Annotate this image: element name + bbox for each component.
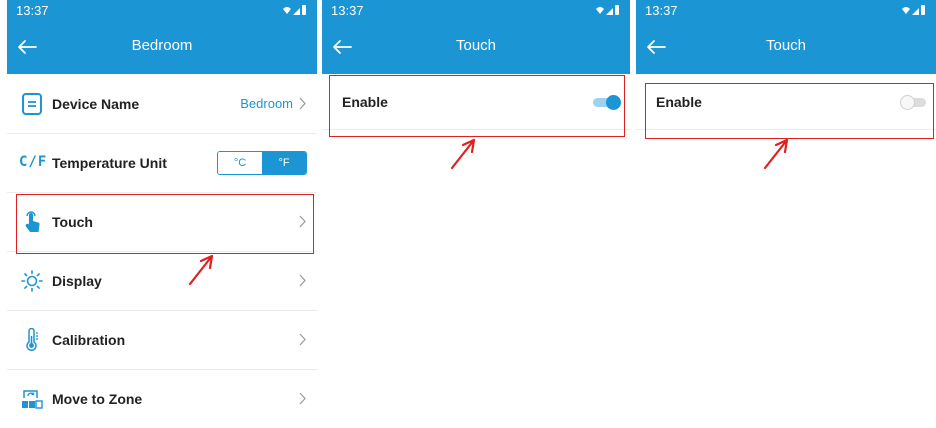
temperature-unit-label: Temperature Unit (52, 155, 167, 171)
move-to-zone-label: Move to Zone (52, 391, 143, 407)
device-name-value: Bedroom (240, 96, 293, 111)
calibration-label: Calibration (52, 332, 126, 348)
move-to-zone-row[interactable]: Move to Zone (7, 370, 317, 428)
wifi-signal-battery-icon (283, 5, 306, 15)
status-time: 13:37 (331, 3, 364, 18)
touch-settings-screen-disabled: 13:37 Touch Enable (636, 0, 936, 428)
status-bar: 13:37 (322, 0, 630, 20)
thermometer-icon (26, 328, 38, 351)
touch-settings-screen-enabled: 13:37 Touch Enable (322, 0, 630, 428)
chevron-right-icon (299, 274, 306, 287)
fahrenheit-option[interactable]: °F (262, 152, 306, 174)
app-bar: Touch (636, 20, 936, 74)
temperature-unit-row: C/F Temperature Unit °C °F (7, 134, 317, 193)
bedroom-settings-screen: 13:37 Bedroom Device Name Bedroom C/F Te… (7, 0, 317, 428)
calibration-row[interactable]: Calibration (7, 311, 317, 370)
display-row[interactable]: Display (7, 252, 317, 311)
annotation-arrow-icon (188, 254, 214, 286)
wifi-signal-battery-icon (596, 5, 619, 15)
enable-highlight-box (645, 83, 934, 139)
app-bar: Touch (322, 20, 630, 74)
status-bar: 13:37 (636, 0, 936, 20)
status-time: 13:37 (16, 3, 49, 18)
device-name-label: Device Name (52, 96, 140, 112)
page-title: Bedroom (131, 37, 193, 54)
celsius-option[interactable]: °C (218, 152, 262, 174)
temperature-unit-toggle: °C °F (217, 151, 307, 175)
wifi-signal-battery-icon (902, 5, 925, 15)
sun-icon (21, 270, 43, 292)
touch-highlight-box (16, 194, 314, 254)
app-bar: Bedroom (7, 20, 317, 74)
temperature-unit-icon: C/F (19, 154, 48, 170)
annotation-arrow-icon (450, 138, 476, 170)
enable-highlight-box (329, 75, 625, 137)
display-label: Display (52, 273, 102, 289)
page-title: Touch (765, 37, 807, 54)
status-time: 13:37 (645, 3, 678, 18)
device-name-icon (22, 93, 42, 115)
page-title: Touch (455, 37, 497, 54)
chevron-right-icon (299, 392, 306, 405)
device-name-row[interactable]: Device Name Bedroom (7, 75, 317, 134)
chevron-right-icon (299, 333, 306, 346)
zone-icon (22, 390, 43, 409)
annotation-arrow-icon (763, 138, 789, 170)
chevron-right-icon (299, 97, 306, 110)
status-bar: 13:37 (7, 0, 317, 20)
